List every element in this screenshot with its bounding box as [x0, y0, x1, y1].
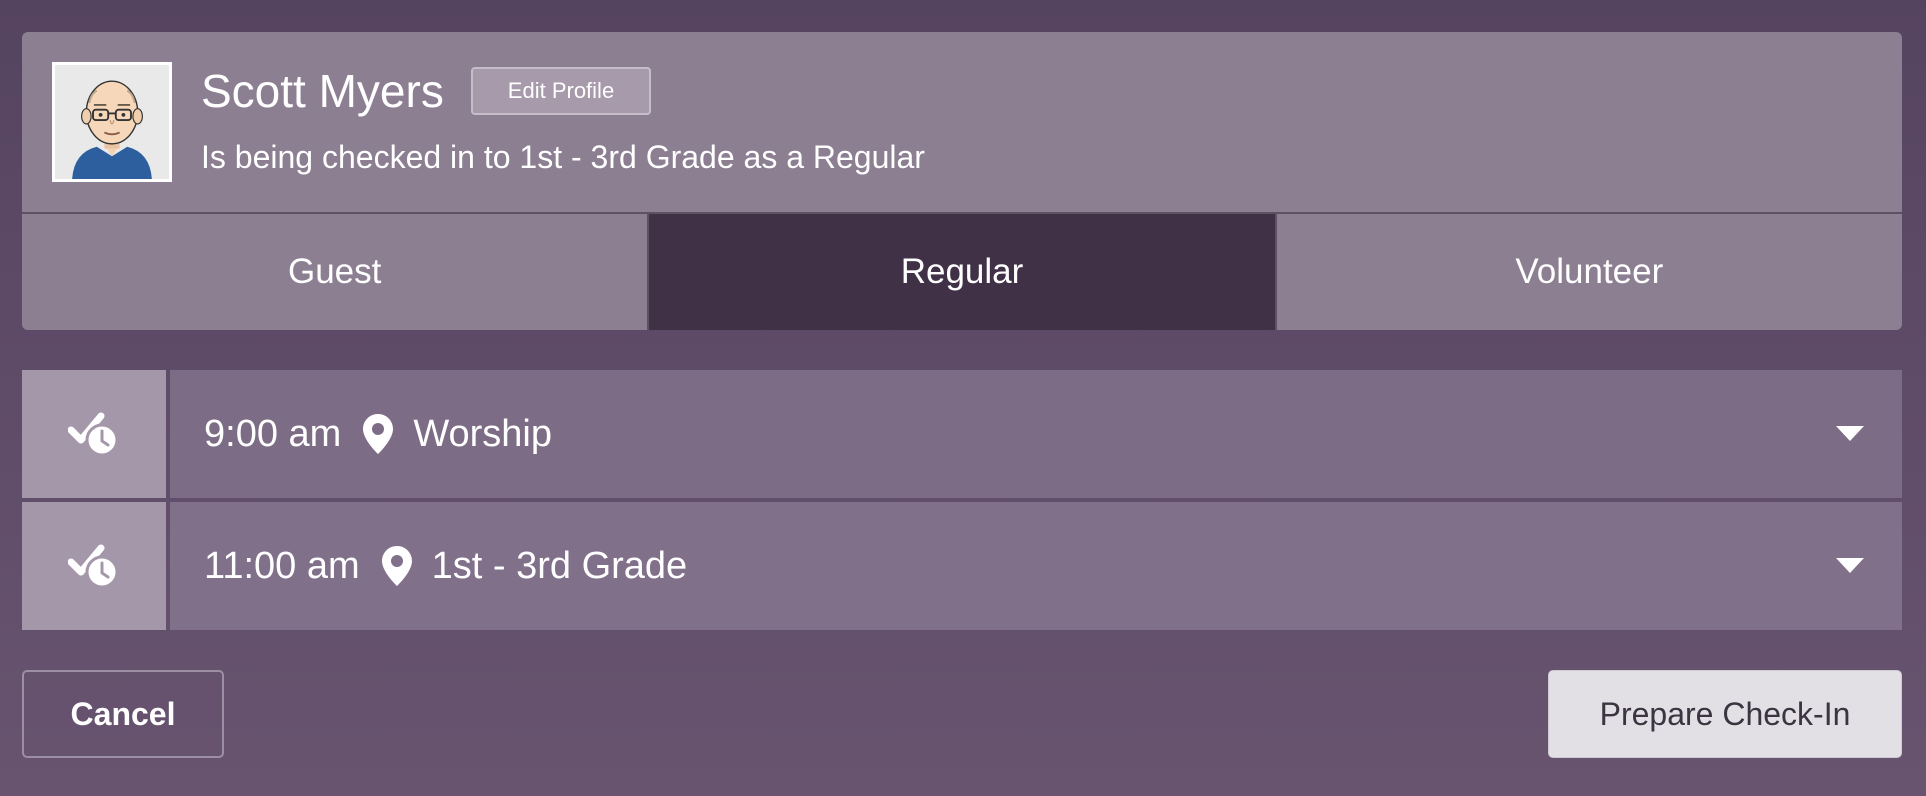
- tab-guest[interactable]: Guest: [22, 214, 648, 330]
- session-dropdown[interactable]: 9:00 am Worship: [170, 370, 1902, 498]
- profile-header: Scott Myers Edit Profile Is being checke…: [22, 32, 1902, 212]
- session-location: Worship: [413, 412, 552, 455]
- location-pin-icon: [363, 414, 394, 454]
- edit-profile-button[interactable]: Edit Profile: [471, 67, 651, 115]
- check-clock-icon: [68, 412, 119, 457]
- location-pin-icon: [381, 546, 412, 586]
- checkin-card: Scott Myers Edit Profile Is being checke…: [22, 32, 1902, 330]
- session-time: 9:00 am: [204, 412, 342, 455]
- session-row: 11:00 am 1st - 3rd Grade: [22, 502, 1902, 630]
- person-avatar-icon: [55, 65, 169, 179]
- checkin-status-text: Is being checked in to 1st - 3rd Grade a…: [201, 139, 925, 175]
- attendee-type-tabs: Guest Regular Volunteer: [22, 212, 1902, 330]
- session-checkin-toggle[interactable]: [22, 502, 166, 630]
- chevron-down-icon: [1836, 558, 1864, 574]
- session-dropdown[interactable]: 11:00 am 1st - 3rd Grade: [170, 502, 1902, 630]
- cancel-button[interactable]: Cancel: [22, 670, 224, 758]
- profile-name: Scott Myers: [201, 65, 444, 117]
- tab-volunteer[interactable]: Volunteer: [1274, 214, 1902, 330]
- avatar: [52, 62, 172, 182]
- session-time: 11:00 am: [204, 544, 360, 587]
- tab-regular[interactable]: Regular: [647, 214, 1275, 330]
- session-list: 9:00 am Worship 11:00 am 1st - 3rd Grade: [22, 370, 1902, 634]
- chevron-down-icon: [1836, 426, 1864, 442]
- session-row: 9:00 am Worship: [22, 370, 1902, 498]
- prepare-checkin-button[interactable]: Prepare Check-In: [1548, 670, 1902, 758]
- session-location: 1st - 3rd Grade: [431, 544, 688, 587]
- check-clock-icon: [68, 544, 119, 589]
- session-checkin-toggle[interactable]: [22, 370, 166, 498]
